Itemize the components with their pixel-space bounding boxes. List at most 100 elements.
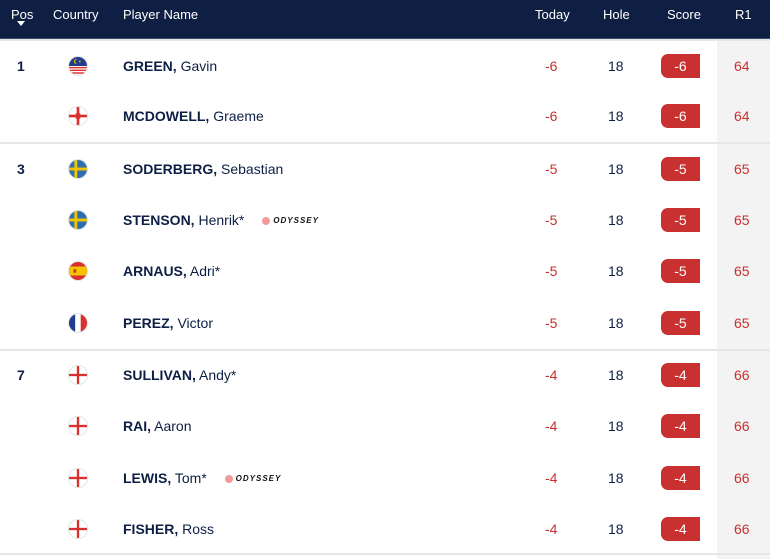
round1-score: 65 bbox=[734, 211, 750, 228]
odyssey-logo-icon bbox=[224, 474, 233, 483]
today-score: -4 bbox=[545, 367, 558, 384]
player-first-name: Sebastian bbox=[217, 160, 284, 177]
table-row[interactable]: PEREZ, Victor -5 18 -5 65 bbox=[0, 297, 770, 349]
player-first-name: Victor bbox=[173, 314, 214, 331]
column-header-score[interactable]: Score bbox=[667, 7, 701, 22]
total-score-badge: -5 bbox=[661, 259, 700, 284]
player-name[interactable]: SULLIVAN, Andy* bbox=[123, 367, 236, 383]
player-name[interactable]: RAI, Aaron bbox=[123, 418, 191, 434]
sweden-flag-icon bbox=[68, 209, 88, 230]
round1-score: 65 bbox=[734, 263, 750, 280]
leaderboard-rows: 1 GREEN, Gavin -6 18 -6 64 MCDOWELL, Gra… bbox=[0, 39, 770, 555]
hole: 18 bbox=[608, 108, 624, 125]
hole: 18 bbox=[608, 211, 624, 228]
total-score-badge: -4 bbox=[661, 517, 700, 542]
column-header-country[interactable]: Country bbox=[53, 7, 99, 22]
round1-score: 66 bbox=[734, 469, 750, 486]
player-name[interactable]: ARNAUS, Adri* bbox=[123, 263, 220, 279]
player-name[interactable]: PEREZ, Victor bbox=[123, 315, 213, 331]
player-last-name: ARNAUS, bbox=[123, 263, 187, 280]
today-score: -5 bbox=[545, 211, 558, 228]
player-name[interactable]: STENSON, Henrik* ODYSSEY bbox=[123, 212, 319, 228]
player-last-name: FISHER, bbox=[123, 521, 179, 538]
sponsor-logo-odyssey: ODYSSEY bbox=[224, 474, 282, 484]
player-name[interactable]: LEWIS, Tom* ODYSSEY bbox=[123, 470, 281, 486]
sponsor-text: ODYSSEY bbox=[235, 474, 282, 484]
sponsor-text: ODYSSEY bbox=[273, 216, 319, 226]
player-first-name: Ross bbox=[178, 521, 215, 538]
today-score: -4 bbox=[545, 417, 558, 434]
today-score: -4 bbox=[545, 469, 558, 486]
table-row[interactable]: STENSON, Henrik* ODYSSEY -5 18 -5 65 bbox=[0, 194, 770, 246]
player-last-name: MCDOWELL, bbox=[123, 108, 210, 125]
player-name[interactable]: GREEN, Gavin bbox=[123, 58, 217, 74]
table-row[interactable]: 3 SODERBERG, Sebastian -5 18 -5 65 bbox=[0, 142, 770, 194]
position: 1 bbox=[17, 57, 25, 74]
northern-ireland-flag-icon bbox=[68, 106, 88, 127]
leaderboard: Pos Country Player Name Today Hole Score… bbox=[0, 0, 770, 559]
england-flag-icon bbox=[68, 467, 88, 488]
column-header-today[interactable]: Today bbox=[535, 7, 570, 22]
round1-score: 64 bbox=[734, 108, 750, 125]
player-last-name: RAI, bbox=[123, 417, 151, 434]
england-flag-icon bbox=[68, 365, 88, 386]
round1-score: 66 bbox=[734, 417, 750, 434]
round1-score: 66 bbox=[734, 367, 750, 384]
player-name[interactable]: FISHER, Ross bbox=[123, 521, 214, 537]
column-header-hole[interactable]: Hole bbox=[603, 7, 630, 22]
bottom-divider bbox=[0, 553, 770, 555]
player-first-name: Graeme bbox=[209, 108, 264, 125]
player-last-name: LEWIS, bbox=[123, 469, 172, 486]
sponsor-logo-odyssey: ODYSSEY bbox=[262, 216, 319, 225]
round1-score: 64 bbox=[734, 57, 750, 74]
table-row[interactable]: MCDOWELL, Graeme -6 18 -6 64 bbox=[0, 91, 770, 143]
position: 3 bbox=[17, 160, 25, 177]
column-header-r1[interactable]: R1 bbox=[735, 7, 752, 22]
england-flag-icon bbox=[68, 415, 88, 436]
leaderboard-header: Pos Country Player Name Today Hole Score… bbox=[0, 0, 770, 39]
total-score-badge: -5 bbox=[661, 207, 700, 232]
table-row[interactable]: 1 GREEN, Gavin -6 18 -6 64 bbox=[0, 39, 770, 91]
player-last-name: GREEN, bbox=[123, 57, 177, 74]
hole: 18 bbox=[608, 469, 624, 486]
round1-score: 66 bbox=[734, 521, 750, 538]
player-first-name: Andy* bbox=[195, 367, 237, 384]
total-score-badge: -5 bbox=[661, 156, 700, 181]
hole: 18 bbox=[608, 314, 624, 331]
hole: 18 bbox=[608, 160, 624, 177]
today-score: -6 bbox=[545, 108, 558, 125]
hole: 18 bbox=[608, 57, 624, 74]
spain-flag-icon bbox=[68, 261, 88, 282]
hole: 18 bbox=[608, 521, 624, 538]
table-row[interactable]: 7 SULLIVAN, Andy* -4 18 -4 66 bbox=[0, 348, 770, 401]
player-first-name: Gavin bbox=[176, 57, 218, 74]
today-score: -4 bbox=[545, 521, 558, 538]
player-name[interactable]: SODERBERG, Sebastian bbox=[123, 161, 283, 177]
player-last-name: SODERBERG, bbox=[123, 160, 218, 177]
total-score-badge: -4 bbox=[661, 413, 700, 438]
player-first-name: Adri* bbox=[186, 263, 221, 280]
table-row[interactable]: LEWIS, Tom* ODYSSEY -4 18 -4 66 bbox=[0, 452, 770, 504]
table-row[interactable]: ARNAUS, Adri* -5 18 -5 65 bbox=[0, 245, 770, 297]
player-last-name: PEREZ, bbox=[123, 314, 174, 331]
malaysia-flag-icon bbox=[68, 55, 88, 76]
hole: 18 bbox=[608, 417, 624, 434]
player-first-name: Tom* bbox=[171, 469, 207, 486]
column-header-pos[interactable]: Pos bbox=[11, 7, 33, 22]
player-last-name: SULLIVAN, bbox=[123, 367, 196, 384]
total-score-badge: -5 bbox=[661, 310, 700, 335]
france-flag-icon bbox=[68, 312, 88, 333]
today-score: -6 bbox=[545, 57, 558, 74]
total-score-badge: -4 bbox=[661, 363, 700, 388]
odyssey-logo-icon bbox=[262, 216, 271, 225]
total-score-badge: -6 bbox=[661, 104, 700, 129]
today-score: -5 bbox=[545, 314, 558, 331]
table-row[interactable]: RAI, Aaron -4 18 -4 66 bbox=[0, 400, 770, 452]
sweden-flag-icon bbox=[68, 158, 88, 179]
table-row[interactable]: FISHER, Ross -4 18 -4 66 bbox=[0, 503, 770, 555]
player-first-name: Henrik* bbox=[194, 211, 245, 228]
sort-caret-down-icon[interactable] bbox=[17, 21, 25, 26]
today-score: -5 bbox=[545, 263, 558, 280]
column-header-player-name[interactable]: Player Name bbox=[123, 7, 198, 22]
player-name[interactable]: MCDOWELL, Graeme bbox=[123, 108, 264, 124]
